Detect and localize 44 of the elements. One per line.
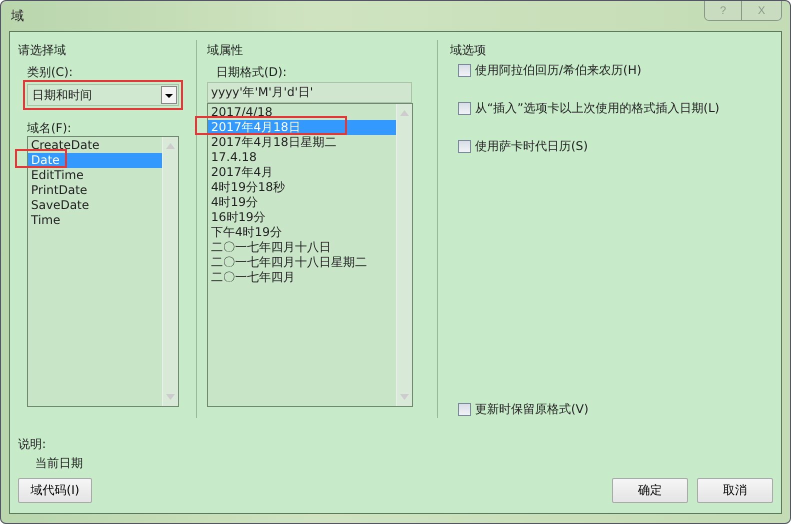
list-item[interactable]: 4时19分	[208, 195, 396, 210]
list-item[interactable]: 4时19分18秒	[208, 180, 396, 195]
section-heading: 域选项	[450, 42, 487, 59]
description-label: 说明:	[18, 436, 48, 452]
category-dropdown[interactable]: 日期和时间	[27, 84, 179, 106]
list-item[interactable]: EditTime	[28, 168, 162, 183]
checkbox-label: 更新时保留原格式(V)	[475, 401, 589, 418]
ok-button[interactable]: 确定	[612, 478, 688, 503]
list-item[interactable]: 2017年4月	[208, 165, 396, 180]
scroll-down-icon[interactable]	[400, 394, 409, 400]
checkbox-label: 使用阿拉伯回历/希伯来农历(H)	[475, 62, 642, 79]
list-item[interactable]: Time	[28, 213, 162, 228]
list-item[interactable]: 下午4时19分	[208, 225, 396, 240]
checkbox[interactable]	[458, 403, 471, 416]
scrollbar[interactable]	[396, 104, 412, 406]
field-label: 域名(F):	[27, 120, 72, 136]
list-item[interactable]: 17.4.18	[208, 150, 396, 165]
date-format-field[interactable]: yyyy'年'M'月'd'日'	[207, 82, 412, 103]
field-label: 类别(C):	[27, 64, 74, 80]
checkbox[interactable]	[458, 102, 471, 115]
scroll-down-icon[interactable]	[166, 394, 175, 400]
list-item[interactable]: 二〇一七年四月	[208, 270, 396, 285]
list-item[interactable]: SaveDate	[28, 198, 162, 213]
checkbox[interactable]	[458, 140, 471, 153]
list-item[interactable]: 二〇一七年四月十八日	[208, 240, 396, 255]
list-item[interactable]: CreateDate	[28, 138, 162, 153]
cancel-button[interactable]: 取消	[697, 478, 773, 503]
list-item[interactable]: 二〇一七年四月十八日星期二	[208, 255, 396, 270]
list-item[interactable]: PrintDate	[28, 183, 162, 198]
section-heading: 请选择域	[18, 42, 67, 59]
window-title: 域	[11, 8, 24, 25]
section-heading: 域属性	[207, 42, 244, 59]
field-codes-button[interactable]: 域代码(I)	[18, 478, 92, 503]
description-text: 当前日期	[35, 455, 84, 471]
scrollbar[interactable]	[162, 137, 178, 406]
list-item[interactable]: 16时19分	[208, 210, 396, 225]
checkbox-label: 从“插入”选项卡以上次使用的格式插入日期(L)	[475, 100, 720, 117]
scroll-up-icon[interactable]	[400, 110, 409, 116]
field-label: 日期格式(D):	[216, 64, 288, 80]
list-item[interactable]: 2017/4/18	[208, 105, 396, 120]
scroll-up-icon[interactable]	[166, 143, 175, 149]
checkbox[interactable]	[458, 64, 471, 77]
checkbox-label: 使用萨卡时代日历(S)	[475, 138, 588, 155]
list-item[interactable]: 2017年4月18日星期二	[208, 135, 396, 150]
